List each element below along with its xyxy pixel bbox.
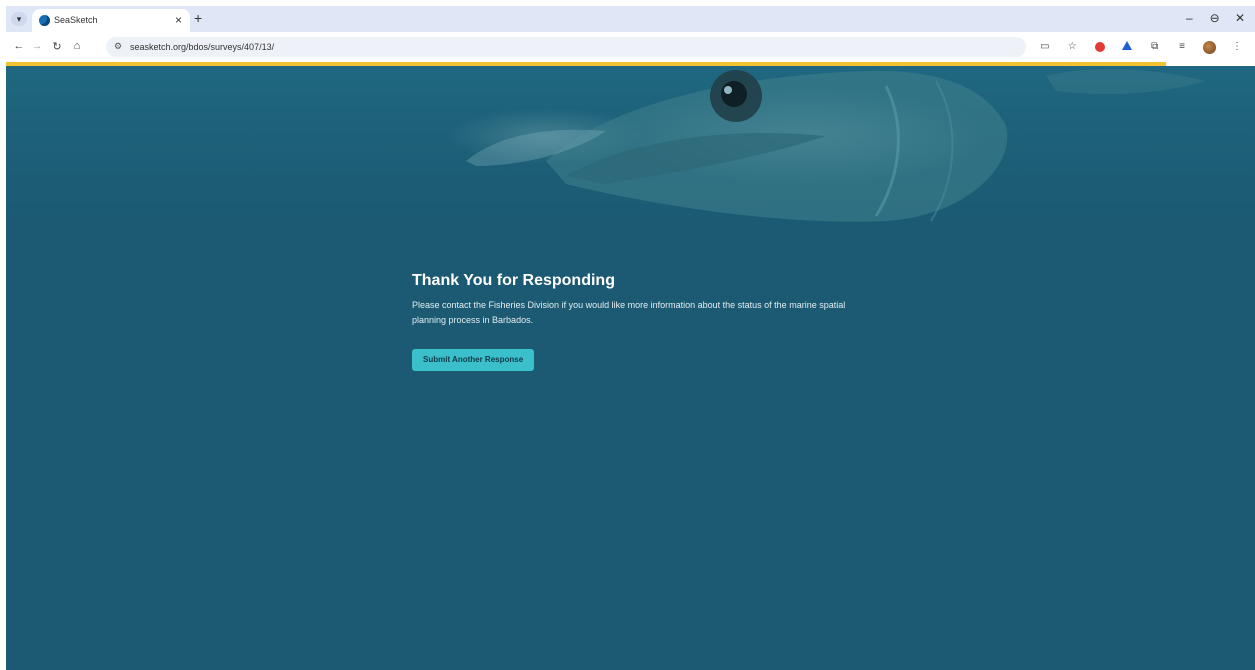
window-controls: – ⊖ ✕ (1178, 11, 1251, 25)
tab-close-icon[interactable]: × (175, 13, 182, 27)
minimize-button[interactable]: – (1178, 11, 1200, 25)
address-bar[interactable]: ⚙ seasketch.org/bdos/surveys/407/13/ (106, 37, 1026, 57)
tab-menu-icon[interactable]: ▾ (11, 12, 27, 26)
restore-button[interactable]: ⊖ (1204, 11, 1226, 25)
tab-strip: ▾ SeaSketch × + – ⊖ ✕ (6, 6, 1255, 32)
profile-avatar-icon[interactable] (1202, 40, 1218, 55)
site-info-icon[interactable]: ⚙ (114, 41, 122, 52)
extensions-icon[interactable]: ⧉ (1147, 41, 1163, 55)
submit-another-response-button[interactable]: Submit Another Response (412, 349, 535, 371)
toolbar-right-icons: ▭ ☆ ⧉ ≡ ⋮ (1030, 39, 1245, 55)
tab-seasketch[interactable]: SeaSketch × (32, 9, 190, 32)
extension-red-icon[interactable] (1092, 41, 1108, 55)
back-icon[interactable]: ← (12, 40, 26, 52)
new-tab-button[interactable]: + (194, 10, 202, 26)
hero-fish-image (6, 66, 1255, 226)
favicon-icon (39, 15, 50, 26)
page-title: Thank You for Responding (412, 272, 615, 289)
reload-icon[interactable]: ↻ (50, 40, 64, 53)
page: Thank You for Responding Please contact … (6, 66, 1255, 670)
close-window-button[interactable]: ✕ (1229, 11, 1251, 25)
thank-you-panel: Thank You for Responding Please contact … (412, 272, 872, 371)
home-icon[interactable]: ⌂ (70, 40, 84, 52)
extension-blue-icon[interactable] (1119, 40, 1135, 55)
cast-icon[interactable]: ▭ (1037, 41, 1053, 55)
bookmark-star-icon[interactable]: ☆ (1064, 41, 1080, 55)
info-message: Please contact the Fisheries Division if… (412, 300, 846, 325)
browser-toolbar: ← → ↻ ⌂ ⚙ seasketch.org/bdos/surveys/407… (6, 32, 1255, 62)
reading-list-icon[interactable]: ≡ (1174, 41, 1190, 55)
url-text[interactable]: seasketch.org/bdos/surveys/407/13/ (130, 42, 274, 52)
browser-chrome: ▾ SeaSketch × + – ⊖ ✕ ← → ↻ ⌂ ⚙ seasketc… (6, 6, 1255, 62)
forward-icon[interactable]: → (30, 40, 44, 52)
tab-title: SeaSketch (54, 15, 98, 25)
more-menu-icon[interactable]: ⋮ (1229, 41, 1245, 55)
